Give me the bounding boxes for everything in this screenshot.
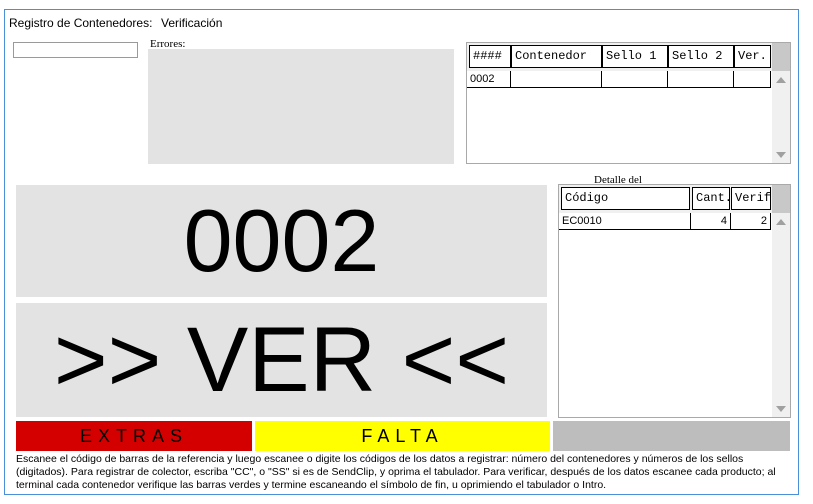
detail-cell-code[interactable]: EC0010 (559, 213, 691, 230)
page-title: Registro de Contenedores: (9, 16, 153, 30)
table-cell-seal1[interactable] (602, 71, 668, 88)
detail-scroll-up-icon[interactable] (776, 219, 786, 225)
detail-cell-verif[interactable]: 2 (731, 213, 771, 230)
scrollbar-corner (772, 43, 790, 71)
col-seal1-header[interactable]: Sello 1 (602, 45, 668, 68)
scroll-up-icon[interactable] (776, 77, 786, 83)
scan-input[interactable] (13, 42, 138, 58)
extras-bar: EXTRAS (16, 421, 252, 451)
falta-bar: FALTA (255, 421, 550, 451)
col-qty-header[interactable]: Cant. (692, 187, 730, 210)
mode-label: Verificación (161, 16, 223, 30)
col-ver-header[interactable]: Ver. (734, 45, 771, 68)
table-cell-seal2[interactable] (668, 71, 734, 88)
container-number-display: 0002 (16, 185, 547, 297)
table-cell-number[interactable]: 0002 (467, 71, 511, 88)
detail-scroll-down-icon[interactable] (776, 406, 786, 412)
status-display: >> VER << (16, 303, 547, 417)
scroll-down-icon[interactable] (776, 152, 786, 158)
detail-cell-qty[interactable]: 4 (691, 213, 731, 230)
detail-scrollbar-corner (772, 185, 790, 213)
table-cell-ver[interactable] (734, 71, 771, 88)
col-number-header[interactable]: #### (469, 45, 511, 68)
status-bar-empty (553, 421, 790, 451)
containers-grid[interactable]: #### Contenedor Sello 1 Sello 2 Ver. 000… (466, 42, 791, 164)
detail-grid[interactable]: Código Cant. Verif. EC0010 4 2 (558, 184, 791, 418)
errors-box (148, 49, 454, 164)
table-cell-container[interactable] (511, 71, 602, 88)
col-code-header[interactable]: Código (561, 187, 690, 210)
instructions-text: Escanee el código de barras de la refere… (16, 453, 776, 491)
col-verif-header[interactable]: Verif. (731, 187, 771, 210)
col-container-header[interactable]: Contenedor (511, 45, 602, 68)
col-seal2-header[interactable]: Sello 2 (668, 45, 734, 68)
